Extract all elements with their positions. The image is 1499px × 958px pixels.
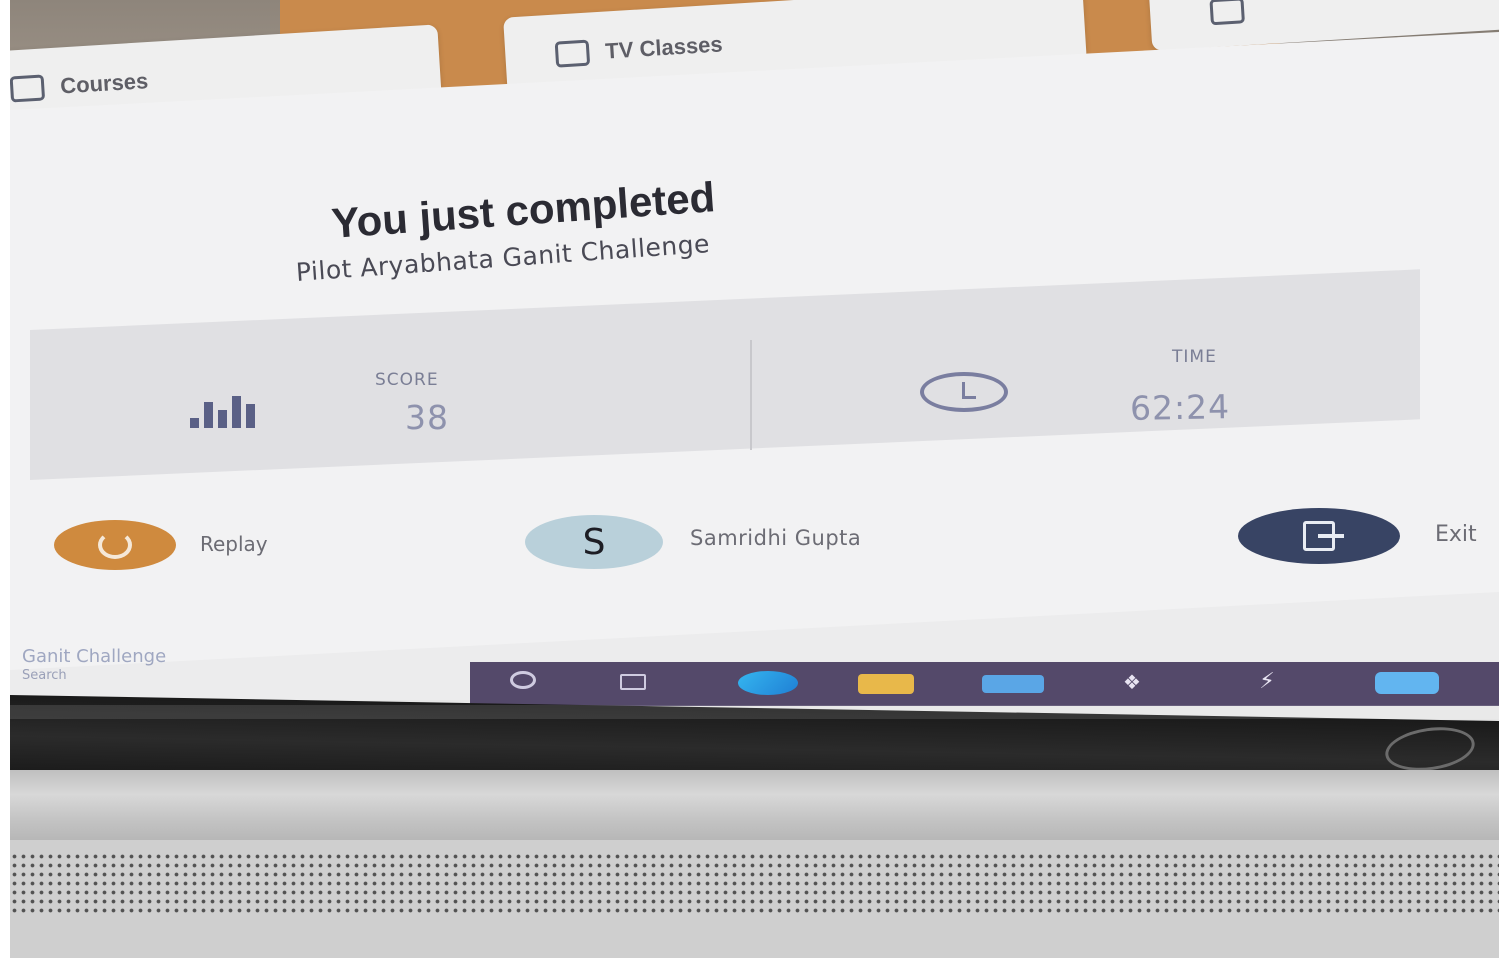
photo-frame: Courses TV Classes You just completed Pi… (10, 0, 1499, 958)
mail-icon[interactable] (982, 675, 1044, 693)
taskbar-search-text[interactable]: Search (22, 668, 67, 683)
stats-divider (750, 340, 752, 450)
user-name: Samridhi Gupta (690, 526, 862, 550)
bar-chart-icon (190, 392, 270, 428)
avatar: S (525, 515, 663, 569)
speaker-grille (10, 852, 1499, 914)
score-value: 38 (405, 398, 449, 437)
tab-partial-icon (1209, 0, 1245, 26)
plastic-wrap-shine (10, 705, 1499, 719)
exit-door-icon (1303, 521, 1344, 551)
lightning-app-icon[interactable]: ⚡ (1255, 671, 1279, 693)
footer-link[interactable]: Ganit Challenge (22, 646, 166, 667)
file-explorer-icon[interactable] (858, 674, 914, 694)
exit-label[interactable]: Exit (1435, 522, 1477, 547)
task-view-icon[interactable] (620, 674, 646, 690)
graduation-cap-icon (10, 74, 46, 103)
replay-button[interactable] (54, 520, 176, 570)
replay-icon (98, 531, 132, 559)
zoom-app-icon[interactable] (1375, 672, 1439, 694)
tab-tv-classes-label: TV Classes (604, 31, 724, 64)
tab-courses-label: Courses (59, 68, 149, 99)
tv-icon (554, 39, 591, 68)
windows-taskbar: ❖ ⚡ (470, 662, 1499, 706)
dropbox-icon[interactable]: ❖ (1110, 672, 1154, 692)
time-value: 62:24 (1129, 387, 1231, 428)
laptop-screen: Courses TV Classes You just completed Pi… (10, 0, 1499, 700)
laptop-hinge (10, 770, 1499, 840)
edge-browser-icon[interactable] (738, 671, 798, 695)
time-label: TIME (1172, 347, 1217, 367)
exit-button[interactable] (1238, 508, 1400, 564)
clock-icon (920, 372, 1008, 412)
replay-label[interactable]: Replay (200, 532, 268, 556)
score-label: SCORE (375, 370, 439, 390)
cortana-icon[interactable] (510, 671, 536, 689)
